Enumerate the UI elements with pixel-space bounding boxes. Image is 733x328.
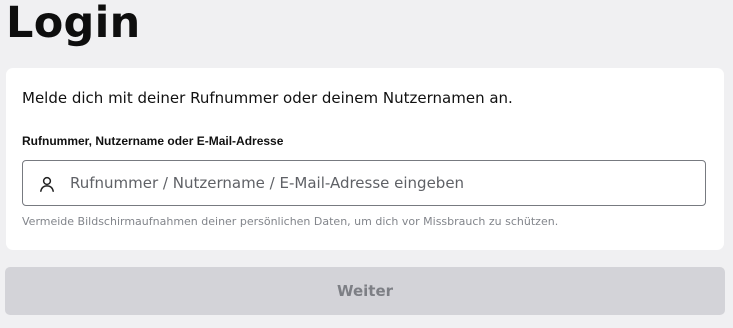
user-icon — [38, 175, 56, 193]
page-title: Login — [6, 0, 141, 48]
privacy-hint: Vermeide Bildschirmaufnahmen deiner pers… — [22, 215, 559, 228]
login-input-container[interactable] — [22, 160, 706, 206]
login-field-label: Rufnummer, Nutzername oder E-Mail-Adress… — [22, 134, 284, 148]
login-identifier-input[interactable] — [70, 161, 690, 205]
intro-text: Melde dich mit deiner Rufnummer oder dei… — [22, 89, 513, 107]
login-card: Melde dich mit deiner Rufnummer oder dei… — [6, 68, 724, 250]
next-button[interactable]: Weiter — [5, 267, 725, 315]
